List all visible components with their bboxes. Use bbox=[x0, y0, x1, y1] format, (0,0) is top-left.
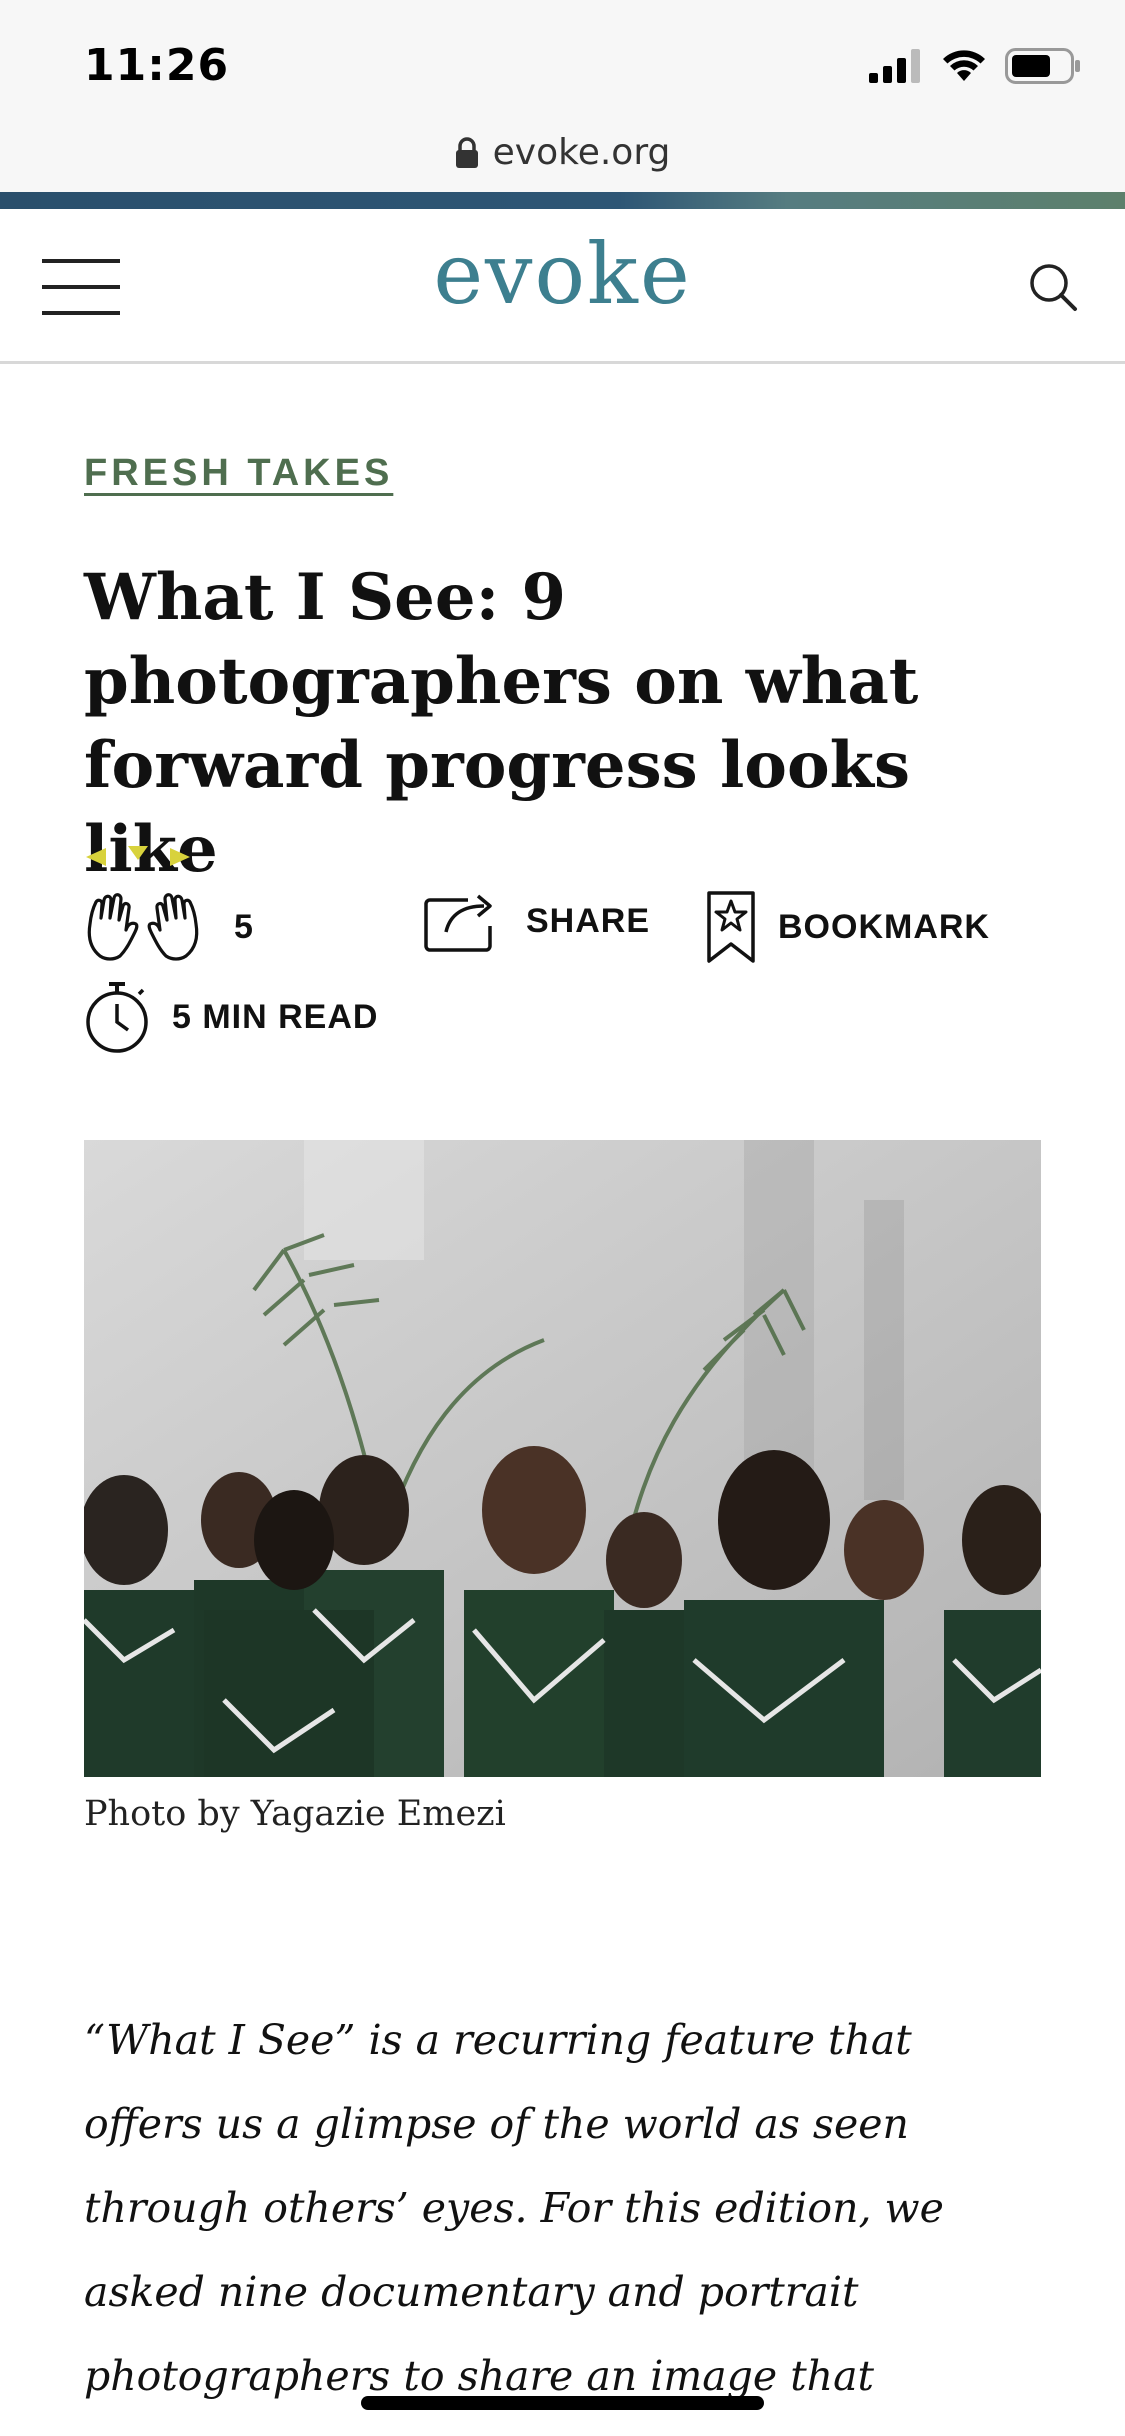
site-logo[interactable]: evoke bbox=[0, 225, 1125, 323]
hero-photo bbox=[84, 1140, 1041, 1777]
status-bar: 11:26 bbox=[0, 0, 1125, 124]
headline-line: forward progress looks like bbox=[84, 728, 910, 887]
site-header: evoke bbox=[0, 209, 1125, 364]
share-label: SHARE bbox=[526, 901, 651, 940]
search-icon[interactable] bbox=[1027, 261, 1079, 313]
browser-url-bar[interactable]: evoke.org bbox=[0, 124, 1125, 192]
category-link[interactable]: FRESH TAKES bbox=[84, 452, 393, 495]
photo-caption: Photo by Yagazie Emezi bbox=[84, 1794, 506, 1834]
lock-icon bbox=[455, 136, 478, 168]
share-icon bbox=[424, 894, 492, 952]
clap-spark-icon bbox=[86, 846, 190, 866]
clap-button[interactable] bbox=[84, 890, 202, 962]
status-time: 11:26 bbox=[84, 40, 230, 91]
headline-line: photographers on what bbox=[84, 644, 919, 719]
clapping-hands-icon bbox=[87, 893, 199, 961]
lede-line: offers us a glimpse of the world as seen bbox=[84, 2100, 909, 2148]
wifi-icon bbox=[943, 50, 985, 81]
read-time: 5 MIN READ bbox=[84, 980, 378, 1054]
url-text: evoke.org bbox=[492, 132, 671, 173]
read-time-label: 5 MIN READ bbox=[172, 997, 379, 1036]
brand-color-band bbox=[0, 192, 1125, 209]
battery-icon bbox=[1005, 48, 1080, 84]
share-button[interactable]: SHARE bbox=[424, 890, 650, 952]
bookmark-star-icon bbox=[707, 891, 755, 963]
bookmark-label: BOOKMARK bbox=[778, 907, 990, 946]
article-headline: What I See: 9 photographers on what forw… bbox=[84, 556, 1064, 892]
lede-line: asked nine documentary and portrait bbox=[84, 2268, 859, 2316]
page: 11:26 evoke.org evoke FRESH TAKES What I… bbox=[0, 0, 1125, 2436]
status-icons bbox=[869, 48, 1081, 84]
article-lede: “What I See” is a recurring feature that… bbox=[84, 1998, 1064, 2418]
bookmark-button[interactable]: BOOKMARK bbox=[706, 890, 990, 964]
stopwatch-icon bbox=[86, 982, 148, 1053]
clap-count: 5 bbox=[234, 908, 253, 946]
lede-line: “What I See” is a recurring feature that bbox=[84, 2016, 912, 2064]
cellular-signal-icon bbox=[869, 49, 920, 83]
lede-line: through others’ eyes. For this edition, … bbox=[84, 2184, 944, 2232]
headline-line: What I See: 9 bbox=[84, 560, 567, 635]
hero-photo-image bbox=[84, 1140, 1041, 1777]
article-actions: 5 SHARE BOOKMARK bbox=[84, 890, 1084, 970]
home-indicator[interactable] bbox=[361, 2396, 764, 2410]
